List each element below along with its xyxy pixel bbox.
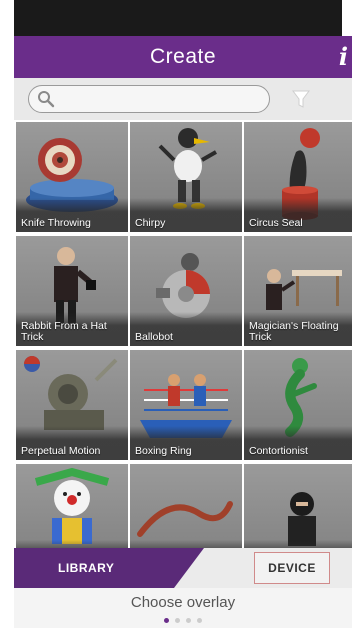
tile-knife-throwing[interactable]: Knife Throwing (16, 122, 128, 232)
tile-label: Ballobot (130, 312, 242, 346)
page-dot (197, 618, 202, 623)
tile-label: Magician's Floating Trick (244, 312, 352, 346)
tile-label (16, 540, 128, 548)
page-dot-active (164, 618, 169, 623)
ninja-icon (288, 492, 316, 546)
status-bar (0, 0, 352, 36)
tile-contortionist[interactable]: Contortionist (244, 350, 352, 460)
tile-boxing-ring[interactable]: Boxing Ring (130, 350, 242, 460)
page-dot (186, 618, 191, 623)
search-input[interactable] (61, 88, 261, 110)
footer: Choose overlay (14, 588, 352, 628)
status-bar-edge (0, 0, 14, 36)
page-dot (175, 618, 180, 623)
tile-circus-seal[interactable]: Circus Seal (244, 122, 352, 232)
source-tabs: LIBRARY DEVICE (14, 548, 352, 588)
tile-magicians-floating-trick[interactable]: Magician's Floating Trick (244, 236, 352, 346)
whip-icon (137, 501, 233, 537)
filter-icon[interactable] (291, 88, 311, 110)
search-bar (14, 78, 352, 120)
tile-whip[interactable] (130, 464, 242, 548)
clown-icon (34, 467, 110, 544)
overlay-grid: Knife Throwing Chirpy Circus Seal Rabbit… (14, 120, 352, 548)
tile-rabbit-from-a-hat-trick[interactable]: Rabbit From a Hat Trick (16, 236, 128, 346)
tile-label: Perpetual Motion (16, 426, 128, 460)
tile-label: Contortionist (244, 426, 352, 460)
tile-ballobot[interactable]: Ballobot (130, 236, 242, 346)
app-header: Create i (14, 36, 352, 78)
tab-library[interactable]: LIBRARY (14, 548, 204, 588)
status-bar-edge-right (342, 0, 352, 36)
page-indicator (14, 618, 352, 623)
tile-ninja[interactable] (244, 464, 352, 548)
tile-label: Circus Seal (244, 198, 352, 232)
tile-label: Knife Throwing (16, 198, 128, 232)
search-icon (38, 91, 55, 108)
tile-label: Boxing Ring (130, 426, 242, 460)
page-title: Create (149, 45, 217, 68)
tile-label (130, 540, 242, 548)
info-button[interactable]: i (339, 42, 348, 71)
search-field[interactable] (28, 85, 270, 113)
choose-overlay-hint: Choose overlay (130, 594, 236, 611)
tile-label: Rabbit From a Hat Trick (16, 312, 128, 346)
tile-clown[interactable] (16, 464, 128, 548)
tile-chirpy[interactable]: Chirpy (130, 122, 242, 232)
tab-device[interactable]: DEVICE (254, 552, 330, 584)
tile-label (244, 540, 352, 548)
tile-perpetual-motion[interactable]: Perpetual Motion (16, 350, 128, 460)
tile-label: Chirpy (130, 198, 242, 232)
